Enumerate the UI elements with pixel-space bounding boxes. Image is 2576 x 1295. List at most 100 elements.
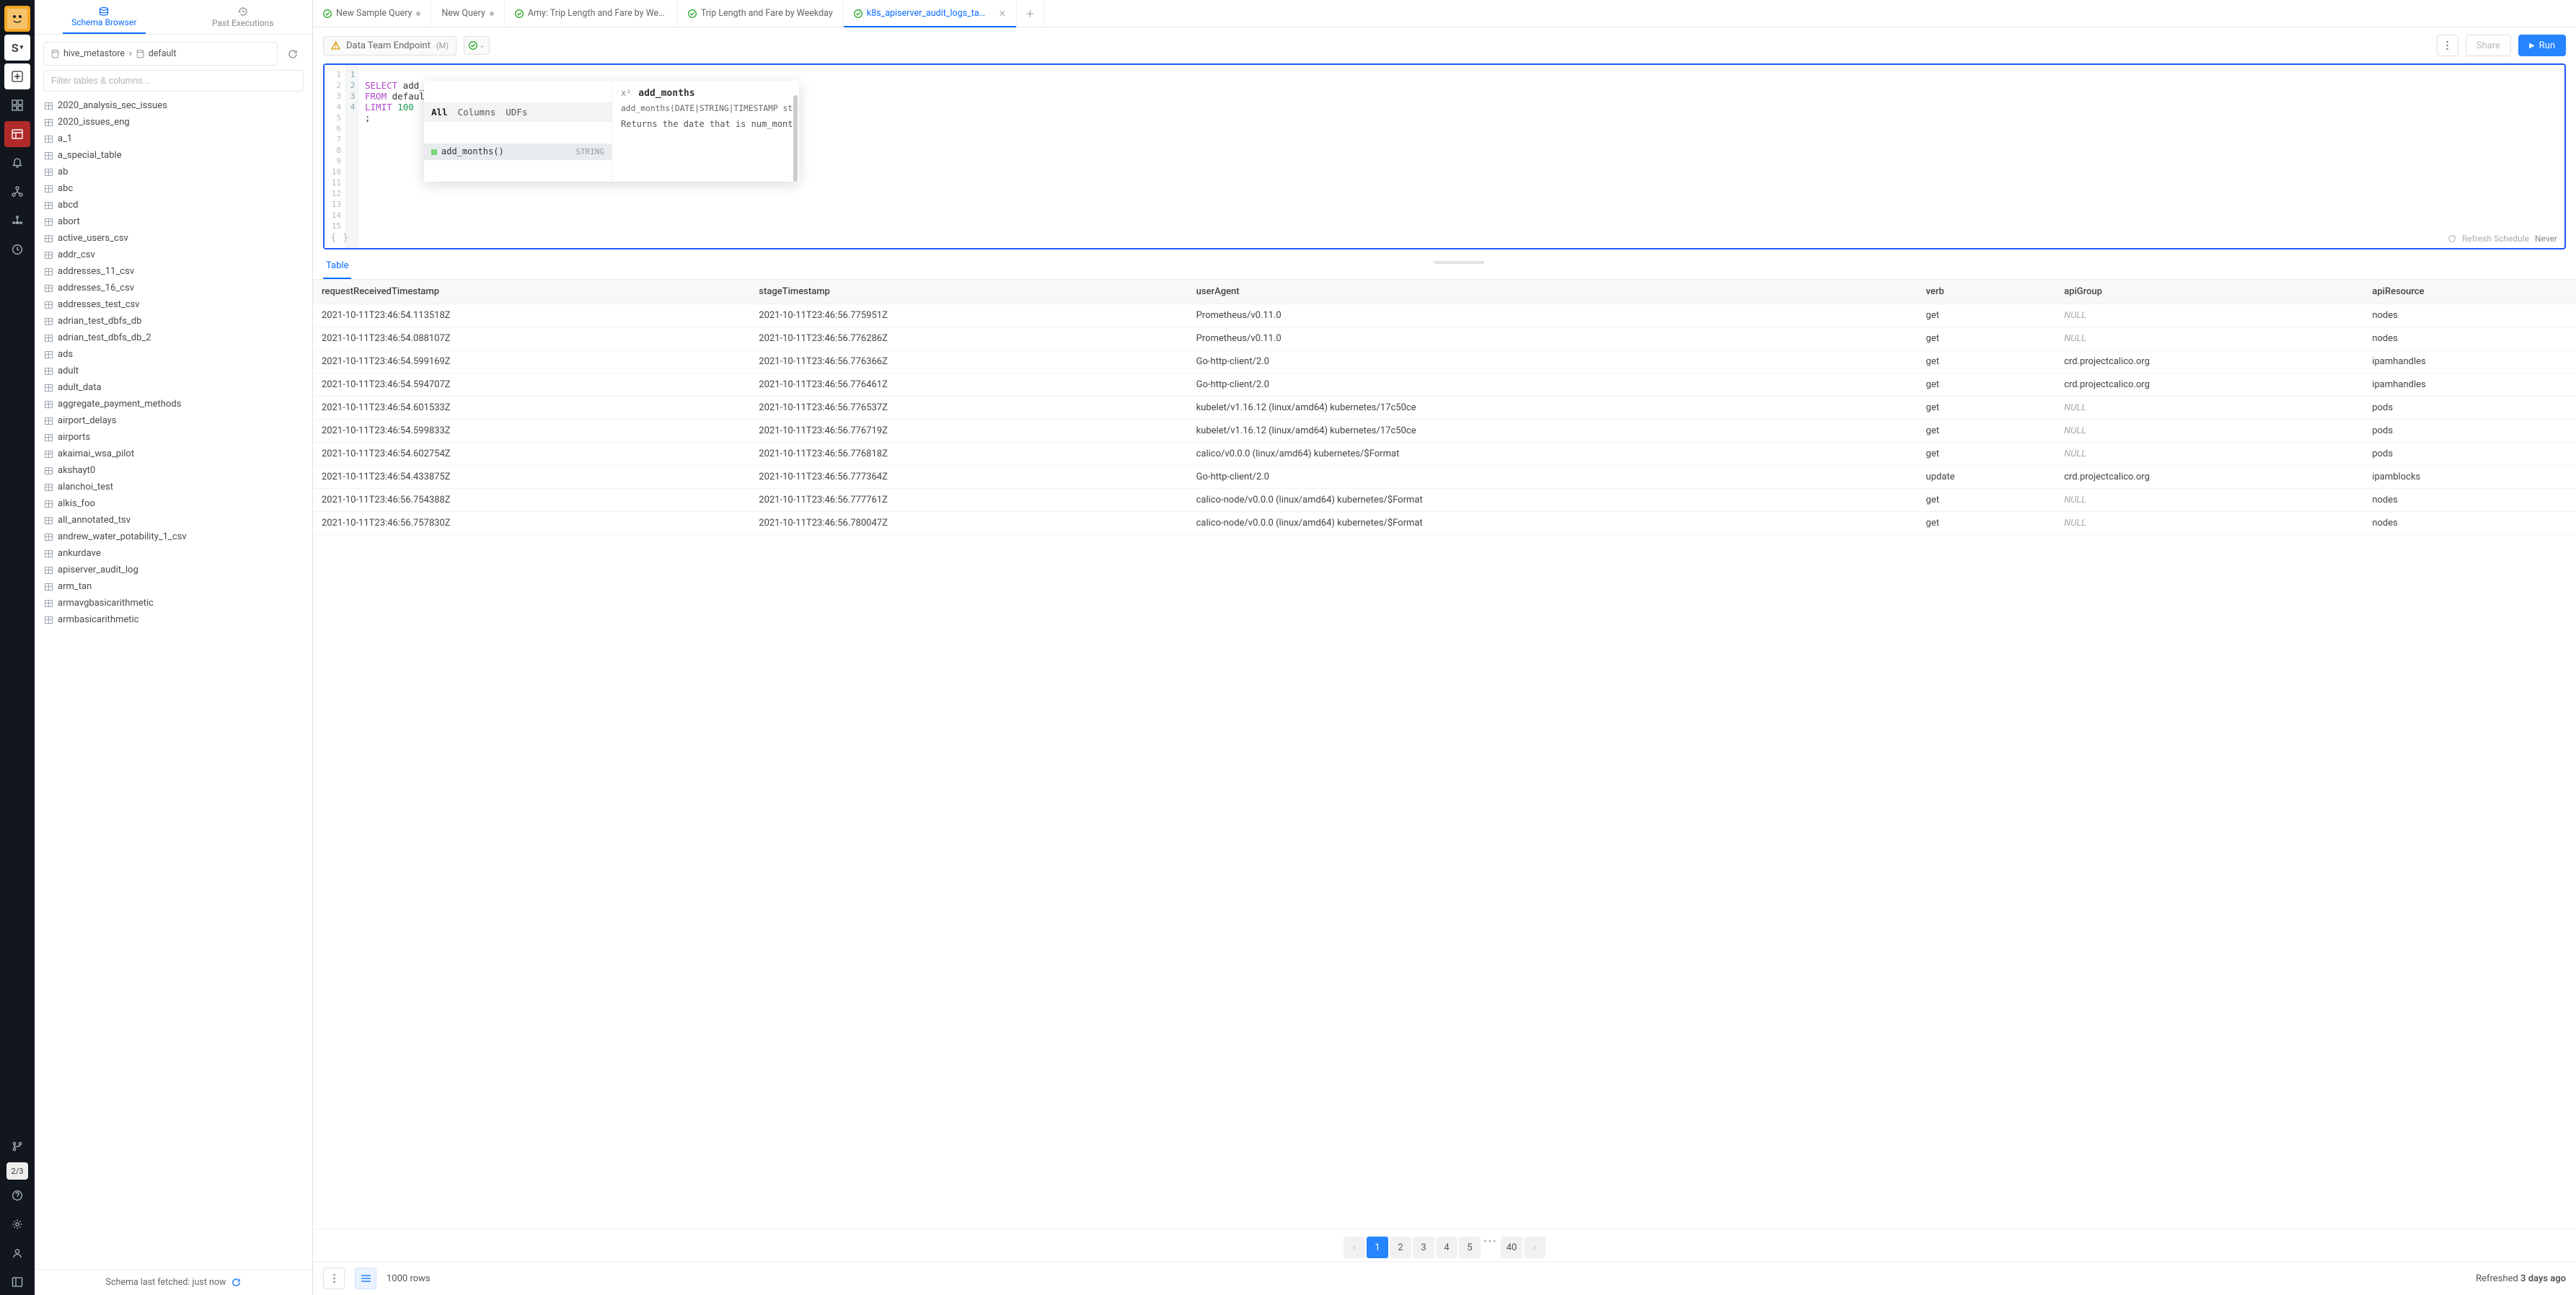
sidebar-tab-past[interactable]: Past Executions [174,0,313,34]
endpoint-status-button[interactable]: ⌄ [464,36,490,55]
table-item[interactable]: airports [43,429,309,446]
workspace-tab[interactable]: k8s_apiserver_audit_logs_table_list✕ [844,0,1017,27]
refresh-icon[interactable] [2448,234,2456,243]
sql-editor[interactable]: 123456789101112131415 1234 SELECT add_mo… [323,63,2566,249]
braces-icon[interactable]: { } [330,232,348,244]
pager-page[interactable]: 5 [1459,1237,1481,1258]
pager-next[interactable]: › [1524,1237,1545,1258]
refresh-schedule-label[interactable]: Refresh Schedule [2462,234,2529,244]
scrollbar[interactable] [793,95,798,182]
table-row[interactable]: 2021-10-11T23:46:54.601533Z2021-10-11T23… [313,397,2576,420]
pager-page[interactable]: 4 [1436,1237,1457,1258]
table-item[interactable]: alanchoi_test [43,479,309,495]
table-item[interactable]: a_special_table [43,147,309,164]
column-header[interactable]: requestReceivedTimestamp [313,280,750,304]
table-row[interactable]: 2021-10-11T23:46:54.599833Z2021-10-11T23… [313,420,2576,443]
column-header[interactable]: apiResource [2363,280,2576,304]
table-item[interactable]: active_users_csv [43,230,309,247]
table-item[interactable]: abort [43,213,309,230]
workspace-tab[interactable]: Amy: Trip Length and Fare by Wee... [505,0,678,27]
table-item[interactable]: abcd [43,197,309,213]
schema-path[interactable]: hive_metastore › default [43,42,278,66]
workspace-switch-icon[interactable]: S▾ [4,35,30,61]
new-query-icon[interactable] [4,63,30,89]
table-item[interactable]: 2020_analysis_sec_issues [43,97,309,114]
table-item[interactable]: addr_csv [43,247,309,263]
help-icon[interactable] [4,1183,30,1208]
settings-icon[interactable] [4,1211,30,1237]
ac-tab-columns[interactable]: Columns [458,107,496,118]
pager-page[interactable]: 1 [1367,1237,1388,1258]
table-item[interactable]: addresses_test_csv [43,296,309,313]
table-row[interactable]: 2021-10-11T23:46:54.433875Z2021-10-11T23… [313,466,2576,489]
autocomplete-item[interactable]: add_months() STRING [424,143,612,160]
table-item[interactable]: armavgbasicarithmetic [43,595,309,611]
table-row[interactable]: 2021-10-11T23:46:54.113518Z2021-10-11T23… [313,304,2576,327]
resize-handle[interactable] [1434,261,1484,264]
table-item[interactable]: ab [43,164,309,180]
kebab-menu-button[interactable] [2437,35,2458,56]
endpoint-selector[interactable]: Data Team Endpoint (M) [323,36,456,56]
view-mode-button[interactable] [355,1268,376,1289]
table-row[interactable]: 2021-10-11T23:46:54.602754Z2021-10-11T23… [313,443,2576,466]
ac-tab-udfs[interactable]: UDFs [506,107,527,118]
table-row[interactable]: 2021-10-11T23:46:56.757830Z2021-10-11T23… [313,512,2576,535]
column-header[interactable]: stageTimestamp [750,280,1187,304]
table-item[interactable]: addresses_16_csv [43,280,309,296]
sql-editor-icon[interactable] [4,121,30,147]
table-item[interactable]: akshayt0 [43,462,309,479]
table-item[interactable]: arm_tan [43,578,309,595]
pager-page[interactable]: 40 [1501,1237,1522,1258]
column-header[interactable]: verb [1918,280,2056,304]
table-item[interactable]: 2020_issues_eng [43,114,309,131]
table-item[interactable]: adrian_test_dbfs_db [43,313,309,330]
table-row[interactable]: 2021-10-11T23:46:56.754388Z2021-10-11T23… [313,489,2576,512]
table-item[interactable]: adult [43,363,309,379]
collapse-sidebar-icon[interactable] [4,1269,30,1295]
table-item[interactable]: a_1 [43,131,309,147]
editor-code[interactable]: SELECT add_mo FROM default. LIMIT 100 ; … [359,65,2564,248]
table-item[interactable]: abc [43,180,309,197]
table-item[interactable]: armbasicarithmetic [43,611,309,628]
compute-icon[interactable] [4,208,30,234]
table-item[interactable]: alkis_foo [43,495,309,512]
run-button[interactable]: ▶Run [2518,35,2566,56]
table-item[interactable]: all_annotated_tsv [43,512,309,529]
pager-page[interactable]: 2 [1390,1237,1411,1258]
alerts-icon[interactable] [4,150,30,176]
refresh-schema-button[interactable] [282,43,304,65]
filter-input[interactable] [43,70,304,92]
pager-prev[interactable]: ‹ [1344,1237,1365,1258]
data-icon[interactable] [4,179,30,205]
table-item[interactable]: ads [43,346,309,363]
result-tab-table[interactable]: Table [323,254,351,279]
table-item[interactable]: adult_data [43,379,309,396]
workspace-tab[interactable]: Trip Length and Fare by Weekday [678,0,844,27]
table-row[interactable]: 2021-10-11T23:46:54.594707Z2021-10-11T23… [313,374,2576,397]
table-item[interactable]: addresses_11_csv [43,263,309,280]
table-item[interactable]: ankurdave [43,545,309,562]
dashboards-icon[interactable] [4,92,30,118]
column-header[interactable]: userAgent [1188,280,1918,304]
column-header[interactable]: apiGroup [2055,280,2363,304]
pager-page[interactable]: 3 [1413,1237,1434,1258]
table-item[interactable]: akaimai_wsa_pilot [43,446,309,462]
workspace-avatar-icon[interactable] [4,6,30,32]
workspace-tab[interactable]: New Query [431,0,504,27]
table-item[interactable]: aggregate_payment_methods [43,396,309,412]
refresh-icon[interactable] [231,1278,241,1287]
table-row[interactable]: 2021-10-11T23:46:54.599169Z2021-10-11T23… [313,350,2576,374]
table-row[interactable]: 2021-10-11T23:46:54.088107Z2021-10-11T23… [313,327,2576,350]
history-icon[interactable] [4,237,30,262]
user-icon[interactable] [4,1240,30,1266]
branch-icon[interactable] [4,1133,30,1159]
sidebar-tab-schema[interactable]: Schema Browser [35,0,174,34]
table-item[interactable]: apiserver_audit_log [43,562,309,578]
close-icon[interactable]: ✕ [999,9,1006,19]
ac-tab-all[interactable]: All [431,107,448,118]
status-kebab-button[interactable] [323,1268,345,1289]
table-item[interactable]: andrew_water_potability_1_csv [43,529,309,545]
table-item[interactable]: adrian_test_dbfs_db_2 [43,330,309,346]
add-tab-button[interactable]: ＋ [1017,0,1044,27]
workspace-tab[interactable]: New Sample Query [313,0,431,27]
